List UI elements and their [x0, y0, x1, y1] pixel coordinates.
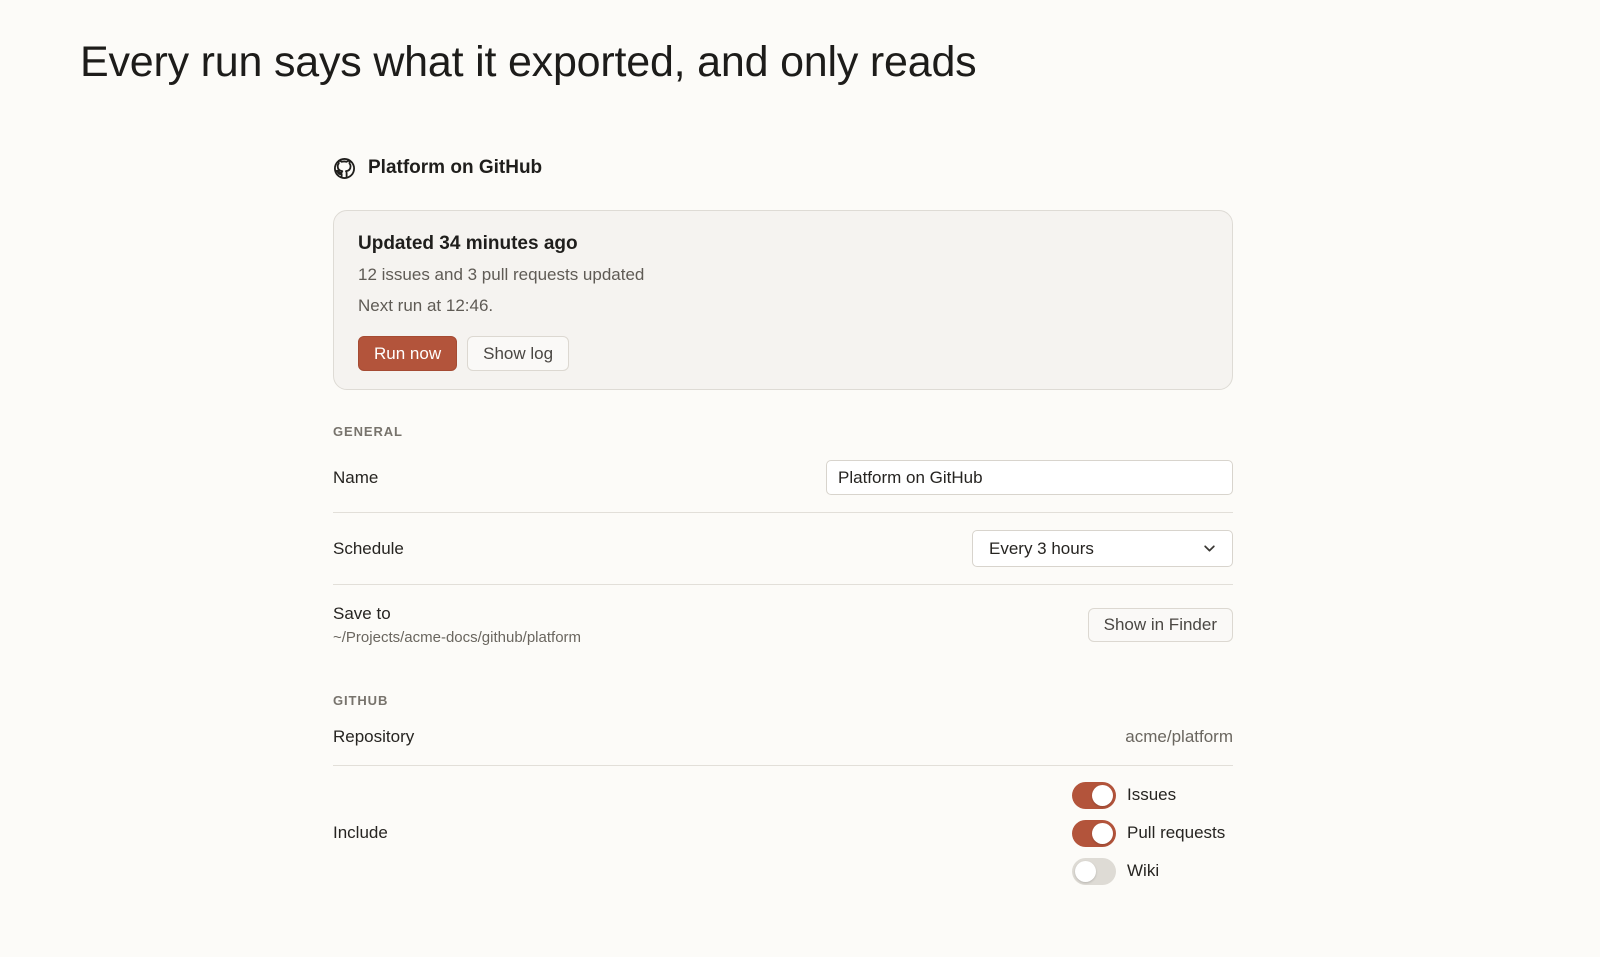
wiki-toggle[interactable] [1072, 857, 1116, 885]
toggle-knob [1092, 822, 1113, 844]
repository-value: acme/platform [1125, 726, 1233, 746]
status-summary: 12 issues and 3 pull requests updated [358, 265, 645, 284]
show-log-button[interactable]: Show log [467, 336, 570, 371]
pull-requests-toggle[interactable] [1072, 819, 1116, 847]
include-option-pull-requests: Pull requests [1072, 819, 1233, 848]
github-section: GITHUB Repository acme/platform Include … [333, 693, 1233, 900]
github-icon [333, 157, 356, 180]
pull-requests-toggle-label: Pull requests [1127, 823, 1226, 842]
schedule-value: Every 3 hours [989, 538, 1094, 558]
source-header: Platform on GitHub [333, 150, 1233, 186]
schedule-select[interactable]: Every 3 hours [972, 530, 1233, 567]
name-input[interactable] [826, 460, 1233, 495]
save-to-path: ~/Projects/acme-docs/github/platform [333, 629, 582, 646]
toggle-knob [1075, 860, 1096, 882]
schedule-label: Schedule [333, 538, 404, 558]
run-now-button[interactable]: Run now [358, 336, 458, 371]
save-to-row: Save to ~/Projects/acme-docs/github/plat… [333, 585, 1233, 665]
status-card: Updated 34 minutes ago 12 issues and 3 p… [333, 210, 1233, 390]
next-run-text: Next run at 12:46. [358, 296, 494, 315]
save-to-label: Save to [333, 604, 391, 623]
save-to-info: Save to ~/Projects/acme-docs/github/plat… [333, 604, 581, 646]
status-title: Updated 34 minutes ago [358, 233, 578, 254]
toggle-knob [1092, 784, 1113, 806]
issues-toggle-label: Issues [1127, 785, 1177, 804]
source-title: Platform on GitHub [368, 157, 543, 178]
status-actions: Run now Show log [358, 336, 1208, 371]
name-row: Name [333, 443, 1233, 513]
include-option-wiki: Wiki [1072, 857, 1233, 886]
show-in-finder-button[interactable]: Show in Finder [1087, 608, 1233, 642]
include-label: Include [333, 823, 388, 842]
chevron-down-icon [1203, 542, 1216, 555]
repository-label: Repository [333, 726, 415, 746]
repository-row: Repository acme/platform [333, 708, 1233, 766]
general-section-label: GENERAL [333, 424, 403, 439]
wiki-toggle-label: Wiki [1127, 861, 1160, 880]
page-headline: Every run says what it exported, and onl… [80, 38, 977, 86]
general-section: GENERAL Name Schedule Every 3 hours Save… [333, 424, 1233, 665]
issues-toggle[interactable] [1072, 781, 1116, 809]
github-section-label: GITHUB [333, 693, 389, 708]
schedule-row: Schedule Every 3 hours [333, 513, 1233, 585]
include-row: Include Issues Pull requests Wiki [333, 766, 1233, 900]
include-toggles: Issues Pull requests Wiki [1072, 781, 1233, 886]
settings-panel: Platform on GitHub Updated 34 minutes ag… [333, 150, 1233, 900]
include-option-issues: Issues [1072, 781, 1233, 810]
name-label: Name [333, 467, 379, 487]
